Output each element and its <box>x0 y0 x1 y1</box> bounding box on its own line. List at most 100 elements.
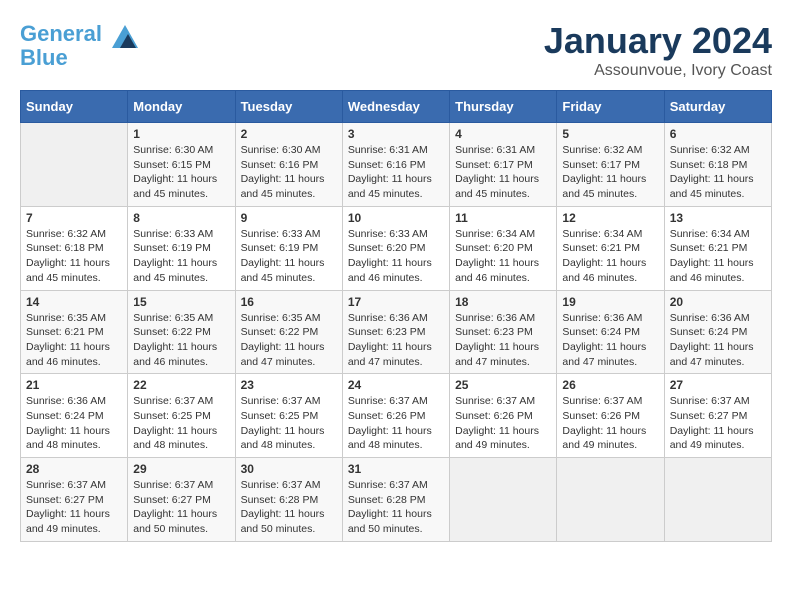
calendar-cell: 20Sunrise: 6:36 AM Sunset: 6:24 PM Dayli… <box>664 290 771 374</box>
calendar-cell: 23 Sunrise: 6:37 AM Sunset: 6:25 PM Dayli… <box>235 374 342 458</box>
calendar-cell: 10 Sunrise: 6:33 AM Sunset: 6:20 PM Dayli… <box>342 206 449 290</box>
day-number: 2 <box>241 127 337 141</box>
day-info: Sunrise: 6:37 AM Sunset: 6:25 PM Dayligh… <box>133 394 229 453</box>
day-number: 20 <box>670 295 766 309</box>
day-number: 21 <box>26 378 122 392</box>
calendar-cell: 8 Sunrise: 6:33 AM Sunset: 6:19 PM Daylig… <box>128 206 235 290</box>
day-number: 4 <box>455 127 551 141</box>
page-header: General Blue January 2024 Assounvoue, Iv… <box>20 20 772 80</box>
calendar-cell: 24 Sunrise: 6:37 AM Sunset: 6:26 PM Dayli… <box>342 374 449 458</box>
weekday-header-sunday: Sunday <box>21 91 128 123</box>
calendar-cell <box>21 123 128 207</box>
day-info: Sunrise: 6:37 AM Sunset: 6:27 PM Dayligh… <box>670 394 766 453</box>
day-info: Sunrise: 6:37 AM Sunset: 6:26 PM Dayligh… <box>348 394 444 453</box>
day-info: Sunrise: 6:31 AM Sunset: 6:16 PM Dayligh… <box>348 143 444 202</box>
day-number: 10 <box>348 211 444 225</box>
calendar-cell: 12 Sunrise: 6:34 AM Sunset: 6:21 PM Dayli… <box>557 206 664 290</box>
day-number: 25 <box>455 378 551 392</box>
calendar-cell: 9Sunrise: 6:33 AM Sunset: 6:19 PM Daylig… <box>235 206 342 290</box>
day-info: Sunrise: 6:33 AM Sunset: 6:19 PM Dayligh… <box>133 227 229 286</box>
day-number: 24 <box>348 378 444 392</box>
calendar-cell <box>664 458 771 542</box>
day-number: 28 <box>26 462 122 476</box>
day-number: 13 <box>670 211 766 225</box>
day-info: Sunrise: 6:30 AM Sunset: 6:15 PM Dayligh… <box>133 143 229 202</box>
weekday-header-friday: Friday <box>557 91 664 123</box>
title-block: January 2024 Assounvoue, Ivory Coast <box>544 20 772 80</box>
calendar-cell: 22 Sunrise: 6:37 AM Sunset: 6:25 PM Dayli… <box>128 374 235 458</box>
day-info: Sunrise: 6:30 AM Sunset: 6:16 PM Dayligh… <box>241 143 337 202</box>
day-number: 5 <box>562 127 658 141</box>
calendar-header-row: SundayMondayTuesdayWednesdayThursdayFrid… <box>21 91 772 123</box>
calendar-cell: 30 Sunrise: 6:37 AM Sunset: 6:28 PM Dayli… <box>235 458 342 542</box>
day-info: Sunrise: 6:36 AM Sunset: 6:24 PM Dayligh… <box>26 394 122 453</box>
calendar-cell: 18 Sunrise: 6:36 AM Sunset: 6:23 PM Dayli… <box>450 290 557 374</box>
calendar-week-2: 7 Sunrise: 6:32 AM Sunset: 6:18 PM Daylig… <box>21 206 772 290</box>
logo-icon <box>110 20 140 50</box>
day-info: Sunrise: 6:32 AM Sunset: 6:18 PM Dayligh… <box>26 227 122 286</box>
calendar-cell: 5 Sunrise: 6:32 AM Sunset: 6:17 PM Daylig… <box>557 123 664 207</box>
day-number: 30 <box>241 462 337 476</box>
calendar-week-4: 21 Sunrise: 6:36 AM Sunset: 6:24 PM Dayli… <box>21 374 772 458</box>
day-number: 18 <box>455 295 551 309</box>
day-number: 3 <box>348 127 444 141</box>
day-info: Sunrise: 6:33 AM Sunset: 6:19 PM Dayligh… <box>241 227 337 286</box>
calendar-cell <box>557 458 664 542</box>
calendar-cell: 7 Sunrise: 6:32 AM Sunset: 6:18 PM Daylig… <box>21 206 128 290</box>
calendar-week-1: 1 Sunrise: 6:30 AM Sunset: 6:15 PM Daylig… <box>21 123 772 207</box>
day-number: 8 <box>133 211 229 225</box>
logo: General Blue <box>20 20 140 70</box>
day-info: Sunrise: 6:34 AM Sunset: 6:21 PM Dayligh… <box>562 227 658 286</box>
day-number: 29 <box>133 462 229 476</box>
day-number: 11 <box>455 211 551 225</box>
month-title: January 2024 <box>544 20 772 62</box>
calendar-cell: 11 Sunrise: 6:34 AM Sunset: 6:20 PM Dayli… <box>450 206 557 290</box>
day-info: Sunrise: 6:35 AM Sunset: 6:22 PM Dayligh… <box>241 311 337 370</box>
day-info: Sunrise: 6:37 AM Sunset: 6:28 PM Dayligh… <box>241 478 337 537</box>
calendar-cell: 27 Sunrise: 6:37 AM Sunset: 6:27 PM Dayli… <box>664 374 771 458</box>
day-number: 12 <box>562 211 658 225</box>
day-number: 26 <box>562 378 658 392</box>
day-info: Sunrise: 6:34 AM Sunset: 6:21 PM Dayligh… <box>670 227 766 286</box>
day-number: 7 <box>26 211 122 225</box>
calendar-table: SundayMondayTuesdayWednesdayThursdayFrid… <box>20 90 772 542</box>
calendar-week-5: 28 Sunrise: 6:37 AM Sunset: 6:27 PM Dayli… <box>21 458 772 542</box>
calendar-cell: 19Sunrise: 6:36 AM Sunset: 6:24 PM Dayli… <box>557 290 664 374</box>
weekday-header-thursday: Thursday <box>450 91 557 123</box>
day-number: 22 <box>133 378 229 392</box>
day-info: Sunrise: 6:37 AM Sunset: 6:27 PM Dayligh… <box>26 478 122 537</box>
day-info: Sunrise: 6:37 AM Sunset: 6:27 PM Dayligh… <box>133 478 229 537</box>
day-number: 17 <box>348 295 444 309</box>
calendar-cell: 17Sunrise: 6:36 AM Sunset: 6:23 PM Dayli… <box>342 290 449 374</box>
day-info: Sunrise: 6:32 AM Sunset: 6:17 PM Dayligh… <box>562 143 658 202</box>
calendar-cell: 6Sunrise: 6:32 AM Sunset: 6:18 PM Daylig… <box>664 123 771 207</box>
day-info: Sunrise: 6:37 AM Sunset: 6:26 PM Dayligh… <box>562 394 658 453</box>
calendar-cell: 16Sunrise: 6:35 AM Sunset: 6:22 PM Dayli… <box>235 290 342 374</box>
day-info: Sunrise: 6:37 AM Sunset: 6:25 PM Dayligh… <box>241 394 337 453</box>
day-info: Sunrise: 6:36 AM Sunset: 6:23 PM Dayligh… <box>455 311 551 370</box>
weekday-header-tuesday: Tuesday <box>235 91 342 123</box>
day-info: Sunrise: 6:36 AM Sunset: 6:24 PM Dayligh… <box>562 311 658 370</box>
calendar-cell: 4Sunrise: 6:31 AM Sunset: 6:17 PM Daylig… <box>450 123 557 207</box>
day-info: Sunrise: 6:32 AM Sunset: 6:18 PM Dayligh… <box>670 143 766 202</box>
day-info: Sunrise: 6:37 AM Sunset: 6:28 PM Dayligh… <box>348 478 444 537</box>
calendar-cell: 26 Sunrise: 6:37 AM Sunset: 6:26 PM Dayli… <box>557 374 664 458</box>
day-number: 14 <box>26 295 122 309</box>
calendar-cell: 15Sunrise: 6:35 AM Sunset: 6:22 PM Dayli… <box>128 290 235 374</box>
day-number: 1 <box>133 127 229 141</box>
calendar-cell: 29 Sunrise: 6:37 AM Sunset: 6:27 PM Dayli… <box>128 458 235 542</box>
day-number: 23 <box>241 378 337 392</box>
day-number: 27 <box>670 378 766 392</box>
day-info: Sunrise: 6:34 AM Sunset: 6:20 PM Dayligh… <box>455 227 551 286</box>
calendar-cell: 1 Sunrise: 6:30 AM Sunset: 6:15 PM Daylig… <box>128 123 235 207</box>
calendar-cell: 31 Sunrise: 6:37 AM Sunset: 6:28 PM Dayli… <box>342 458 449 542</box>
calendar-week-3: 14Sunrise: 6:35 AM Sunset: 6:21 PM Dayli… <box>21 290 772 374</box>
day-info: Sunrise: 6:33 AM Sunset: 6:20 PM Dayligh… <box>348 227 444 286</box>
calendar-cell: 14Sunrise: 6:35 AM Sunset: 6:21 PM Dayli… <box>21 290 128 374</box>
day-number: 31 <box>348 462 444 476</box>
weekday-header-monday: Monday <box>128 91 235 123</box>
calendar-cell: 3 Sunrise: 6:31 AM Sunset: 6:16 PM Daylig… <box>342 123 449 207</box>
calendar-cell: 13 Sunrise: 6:34 AM Sunset: 6:21 PM Dayli… <box>664 206 771 290</box>
calendar-cell <box>450 458 557 542</box>
calendar-cell: 28 Sunrise: 6:37 AM Sunset: 6:27 PM Dayli… <box>21 458 128 542</box>
